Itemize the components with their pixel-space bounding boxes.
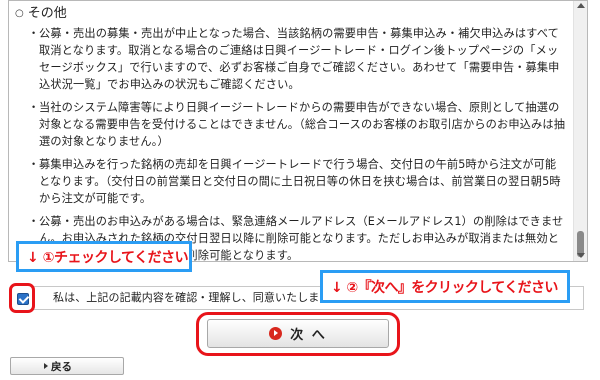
agreement-label[interactable]: 私は、上記の記載内容を確認・理解し、同意いたします。	[53, 291, 341, 305]
next-button-label: 次 へ	[290, 328, 327, 343]
scroll-up-arrow-icon[interactable]	[577, 3, 585, 8]
checkbox-highlight	[9, 283, 35, 313]
next-button-highlight: 次 へ	[196, 312, 400, 356]
callout-check-text: ↓ ①チェックしてください	[27, 249, 189, 266]
notice-panel: ○ その他 ・ 公募・売出の募集・売出が中止となった場合、当該銘柄の需要申告・募…	[8, 0, 588, 262]
circle-bullet-icon: ○	[15, 8, 24, 19]
next-button[interactable]: 次 へ	[207, 319, 389, 348]
notice-text: 募集申込みを行った銘柄の売却を日興イージートレードで行う場合、交付日の午前5時か…	[39, 158, 561, 205]
list-item: ・ 公募・売出の募集・売出が中止となった場合、当該銘柄の需要申告・募集申込み・補…	[15, 25, 567, 93]
play-circle-icon	[269, 327, 283, 340]
play-arrow-icon	[44, 363, 48, 369]
section-title: その他	[27, 6, 67, 21]
callout-check: ↓ ①チェックしてください	[16, 241, 192, 272]
section-heading: ○ その他	[15, 5, 567, 23]
bullet-icon: ・	[28, 27, 40, 40]
bullet-icon: ・	[28, 215, 40, 228]
list-item: ・ 募集申込みを行った銘柄の売却を日興イージートレードで行う場合、交付日の午前5…	[15, 156, 567, 207]
notice-content: ○ その他 ・ 公募・売出の募集・売出が中止となった場合、当該銘柄の需要申告・募…	[9, 1, 573, 261]
notice-list: ・ 公募・売出の募集・売出が中止となった場合、当該銘柄の需要申告・募集申込み・補…	[15, 25, 567, 261]
agreement-checkbox[interactable]	[17, 293, 29, 305]
scroll-down-arrow-icon[interactable]	[577, 253, 585, 258]
list-item: ・ 当社のシステム障害等により日興イージートレードからの需要申告ができない場合、…	[15, 99, 567, 150]
back-button[interactable]: 戻る	[10, 357, 124, 375]
callout-next-text: ↓ ②『次へ』をクリックしてください	[331, 279, 558, 296]
bullet-icon: ・	[28, 101, 40, 114]
callout-next: ↓ ②『次へ』をクリックしてください	[320, 270, 570, 303]
vertical-scrollbar[interactable]	[573, 1, 587, 261]
back-button-label: 戻る	[51, 360, 72, 373]
notice-text: 公募・売出の募集・売出が中止となった場合、当該銘柄の需要申告・募集申込み・補欠申…	[39, 27, 560, 91]
notice-text: 当社のシステム障害等により日興イージートレードからの需要申告ができない場合、原則…	[39, 101, 566, 148]
bullet-icon: ・	[28, 158, 40, 171]
